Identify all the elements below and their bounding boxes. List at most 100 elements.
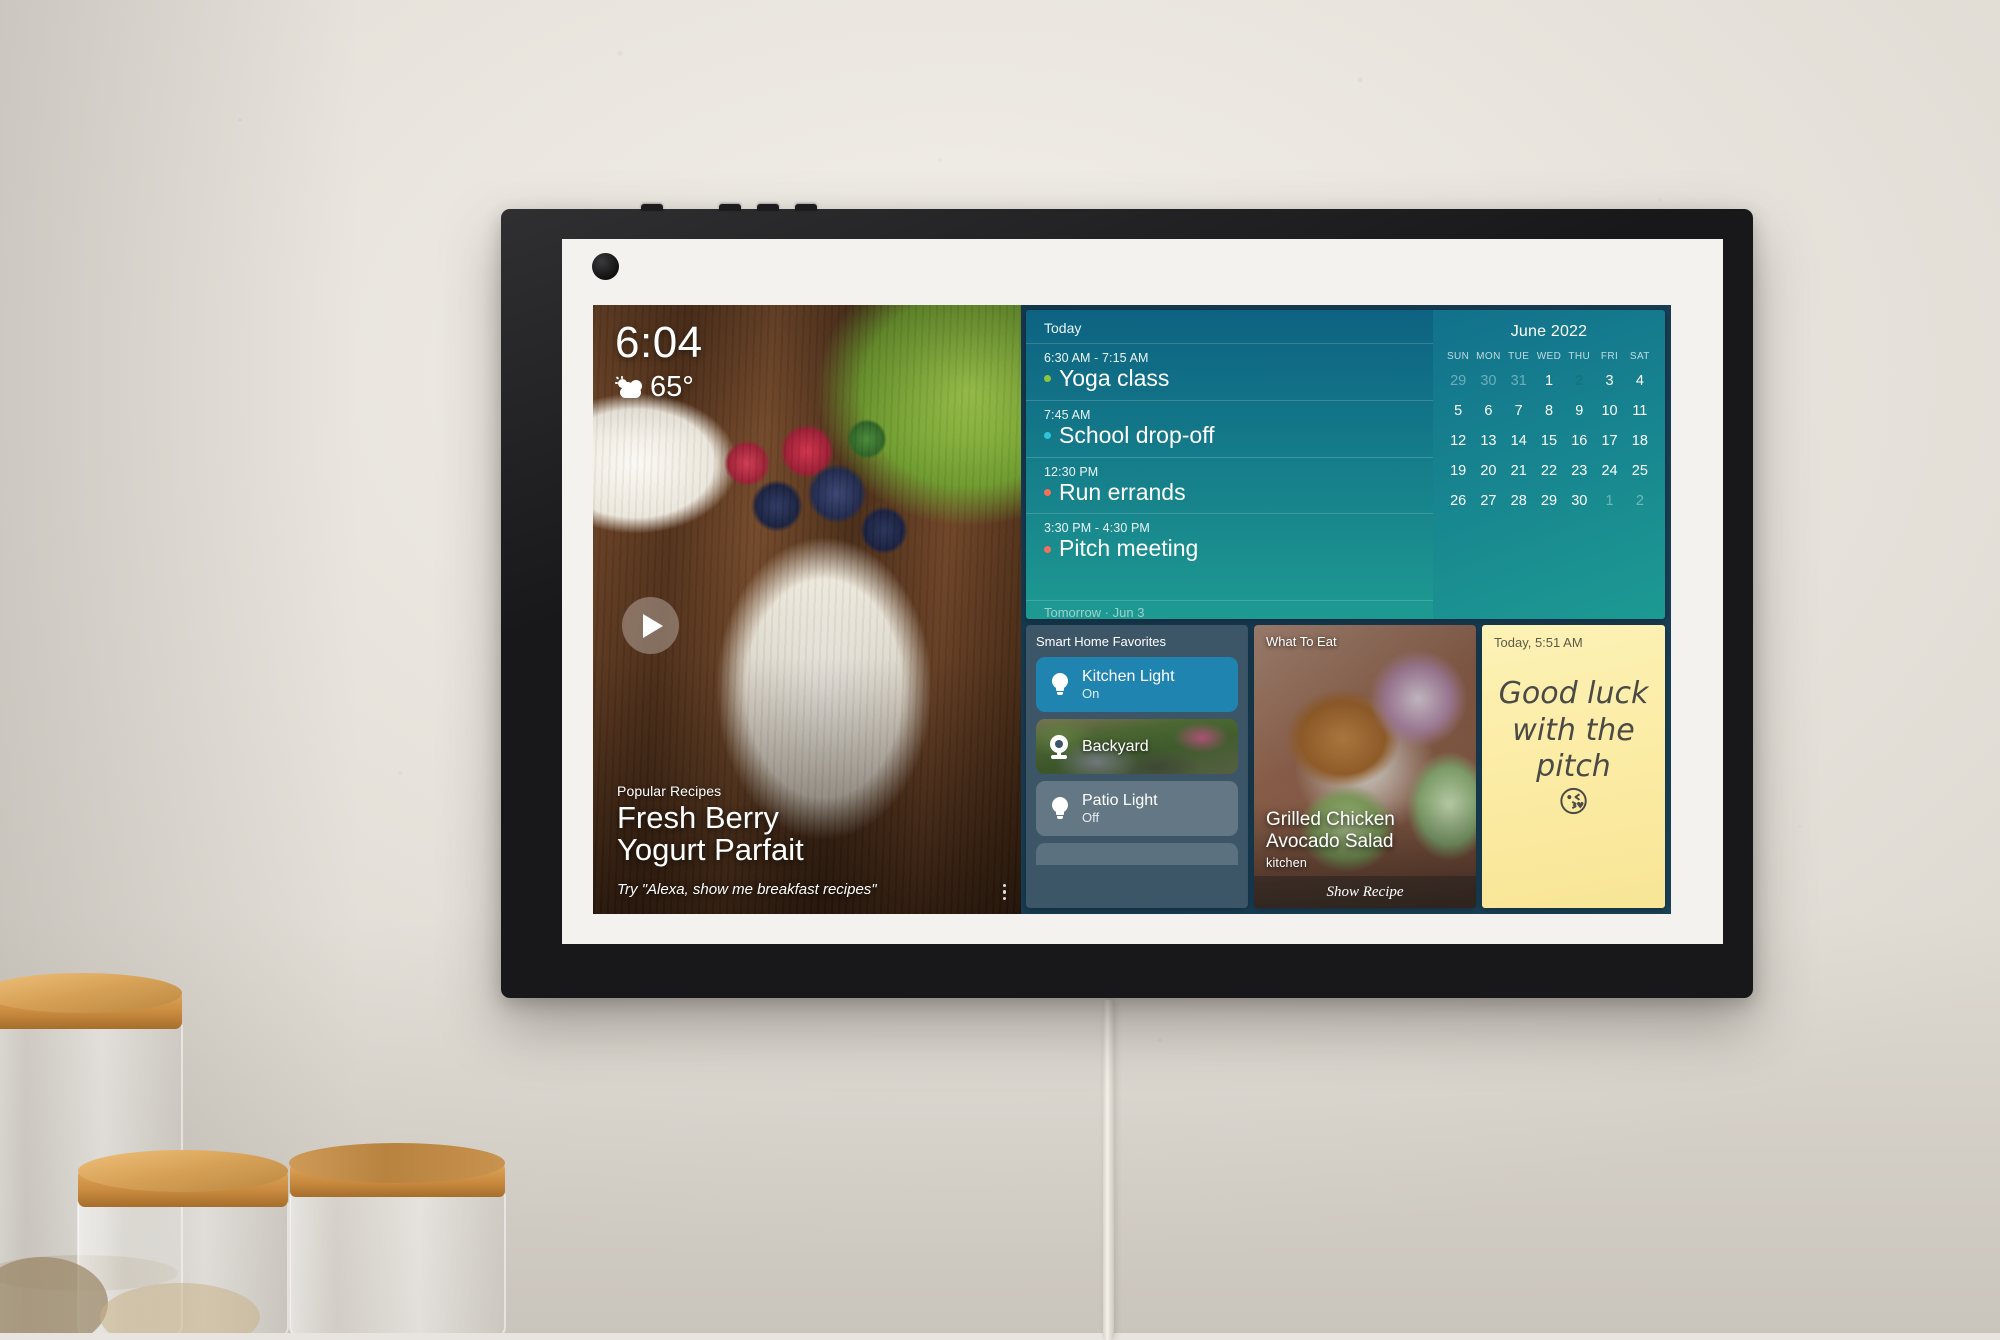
agenda-item-time: 7:45 AM <box>1044 407 1091 422</box>
smart-home-device-text: Patio Light Off <box>1082 792 1158 825</box>
agenda-list[interactable]: Today 6:30 AM - 7:15 AM Yoga class 7:45 AM… <box>1026 310 1433 619</box>
agenda-item-dot <box>1044 432 1051 440</box>
smart-home-device-name: Backyard <box>1082 737 1149 755</box>
weekday-label: THU <box>1568 351 1591 362</box>
sticky-note-line2: with the <box>1512 712 1635 748</box>
calendar-day[interactable]: 11 <box>1625 401 1655 422</box>
device-button-3[interactable] <box>757 204 779 211</box>
agenda-item[interactable]: 7:45 AM School drop-off <box>1026 399 1433 457</box>
calendar-week-row: 12 13 14 15 16 17 18 <box>1443 431 1655 452</box>
agenda-item-title-row: School drop-off <box>1044 421 1415 449</box>
bottom-widget-row: Smart Home Favorites Kitchen Light On Back… <box>1026 625 1665 908</box>
calendar-day[interactable]: 14 <box>1504 431 1534 452</box>
calendar-day[interactable]: 20 <box>1473 461 1503 482</box>
calendar-day[interactable]: 9 <box>1564 401 1594 422</box>
smart-home-device-card[interactable]: Patio Light Off <box>1036 781 1238 836</box>
agenda-footer: Tomorrow · Jun 3 <box>1026 600 1433 619</box>
smart-home-next-device-peek[interactable] <box>1036 843 1238 865</box>
agenda-item-dot <box>1044 375 1051 383</box>
agenda-item-title: School drop-off <box>1059 421 1215 448</box>
weekday-label: SAT <box>1629 351 1650 362</box>
calendar-day[interactable]: 19 <box>1443 461 1473 482</box>
hero-title-line1: Fresh Berry <box>617 799 779 835</box>
agenda-item[interactable]: 3:30 PM - 4:30 PM Pitch meeting <box>1026 513 1433 570</box>
calendar-day[interactable]: 31 <box>1504 371 1534 392</box>
hero-kicker: Popular Recipes <box>617 782 722 799</box>
what-to-eat-body: Grilled Chicken Avocado Salad kitchen <box>1266 809 1466 870</box>
calendar-day[interactable]: 16 <box>1564 431 1594 452</box>
agenda-item-title: Yoga class <box>1059 365 1170 391</box>
calendar-week-row: 29 30 31 1 2 3 4 <box>1443 371 1655 392</box>
calendar-day[interactable]: 25 <box>1625 461 1655 482</box>
smart-home-title: Smart Home Favorites <box>1036 634 1167 649</box>
calendar-weeks: 29 30 31 1 2 3 4 5 6 7 8 9 10 11 12 13 14 15 16 17 18 19 20 21 2… <box>1443 371 1655 512</box>
calendar-widget[interactable]: Today 6:30 AM - 7:15 AM Yoga class 7:45 AM… <box>1026 310 1665 619</box>
calendar-day[interactable]: 3 <box>1594 371 1624 392</box>
what-to-eat-title: What To Eat <box>1266 634 1337 649</box>
recipe-brand-logo: kitchen <box>1266 856 1308 870</box>
smart-home-device-card[interactable]: Kitchen Light On <box>1036 657 1238 712</box>
calendar-day[interactable]: 8 <box>1534 401 1564 422</box>
calendar-day[interactable]: 29 <box>1534 491 1564 512</box>
calendar-day-today[interactable]: 2 <box>1564 371 1594 392</box>
calendar-day[interactable]: 30 <box>1564 491 1594 512</box>
calendar-day[interactable]: 2 <box>1625 491 1655 512</box>
what-to-eat-widget[interactable]: What To Eat Grilled Chicken Avocado Sala… <box>1254 625 1476 908</box>
smart-home-device-text: Kitchen Light On <box>1082 668 1175 701</box>
calendar-day[interactable]: 26 <box>1443 491 1473 512</box>
agenda-item-title: Pitch meeting <box>1059 535 1199 562</box>
agenda-item[interactable]: 6:30 AM - 7:15 AM Yoga class <box>1026 343 1433 400</box>
calendar-day[interactable]: 28 <box>1504 491 1534 512</box>
smart-home-camera-card[interactable]: Backyard <box>1036 719 1238 774</box>
smart-home-widget[interactable]: Smart Home Favorites Kitchen Light On Back… <box>1026 625 1248 908</box>
calendar-day[interactable]: 24 <box>1594 461 1624 482</box>
calendar-day[interactable]: 18 <box>1625 431 1655 452</box>
hero-text-block: Popular Recipes Fresh Berry Yogurt Parfa… <box>617 783 1001 898</box>
recipe-hero-card[interactable]: 6:04 65° Popular Recipes Fresh Berry Yog… <box>593 305 1021 914</box>
device-button-4[interactable] <box>795 204 817 211</box>
front-camera-icon <box>592 253 619 280</box>
calendar-day[interactable]: 5 <box>1443 401 1473 422</box>
agenda-header: Today <box>1044 320 1082 336</box>
lightbulb-icon <box>1050 796 1070 821</box>
calendar-day[interactable]: 12 <box>1443 431 1473 452</box>
kebab-menu-icon[interactable] <box>1002 883 1006 900</box>
device-screen: 6:04 65° Popular Recipes Fresh Berry Yog… <box>593 305 1671 914</box>
calendar-day[interactable]: 6 <box>1473 401 1503 422</box>
agenda-item-title-row: Yoga class <box>1044 365 1415 392</box>
recipe-name-line1: Grilled Chicken <box>1266 809 1395 831</box>
calendar-day[interactable]: 13 <box>1473 431 1503 452</box>
calendar-day[interactable]: 17 <box>1594 431 1624 452</box>
calendar-day[interactable]: 1 <box>1534 371 1564 392</box>
weather-temperature: 65° <box>650 371 694 403</box>
calendar-day[interactable]: 29 <box>1443 371 1473 392</box>
play-button[interactable] <box>622 597 679 654</box>
sticky-note-emoji: 😘 <box>1557 784 1590 820</box>
show-recipe-button[interactable]: Show Recipe <box>1254 876 1476 908</box>
power-cord <box>1103 1000 1114 1340</box>
recipe-name: Grilled Chicken Avocado Salad <box>1266 809 1466 852</box>
weather-row[interactable]: 65° <box>615 373 703 402</box>
weekday-label: FRI <box>1600 351 1619 362</box>
calendar-day[interactable]: 22 <box>1534 461 1564 482</box>
agenda-item[interactable]: 12:30 PM Run errands <box>1026 456 1433 514</box>
clock-time: 6:04 <box>615 318 703 367</box>
sticky-note-line3: pitch <box>1536 749 1611 785</box>
month-calendar[interactable]: June 2022 SUN MON TUE WED THU FRI SAT 29 30 31 1 2… <box>1433 310 1665 619</box>
calendar-day[interactable]: 15 <box>1534 431 1564 452</box>
smart-home-device-name: Patio Light <box>1082 791 1158 809</box>
calendar-day[interactable]: 10 <box>1594 401 1624 422</box>
calendar-day[interactable]: 27 <box>1473 491 1503 512</box>
device-button-1[interactable] <box>641 204 663 211</box>
hero-title: Fresh Berry Yogurt Parfait <box>617 799 1001 867</box>
calendar-day[interactable]: 1 <box>1594 491 1624 512</box>
calendar-day[interactable]: 21 <box>1504 461 1534 482</box>
calendar-day[interactable]: 30 <box>1473 371 1503 392</box>
agenda-item-title-row: Pitch meeting <box>1044 535 1415 562</box>
calendar-day[interactable]: 4 <box>1625 371 1655 392</box>
calendar-day[interactable]: 7 <box>1504 401 1534 422</box>
device-button-2[interactable] <box>719 204 741 211</box>
sticky-note-widget[interactable]: Today, 5:51 AM Good luck with the pitch … <box>1482 625 1665 908</box>
partly-cloudy-icon <box>615 375 643 400</box>
calendar-day[interactable]: 23 <box>1564 461 1594 482</box>
